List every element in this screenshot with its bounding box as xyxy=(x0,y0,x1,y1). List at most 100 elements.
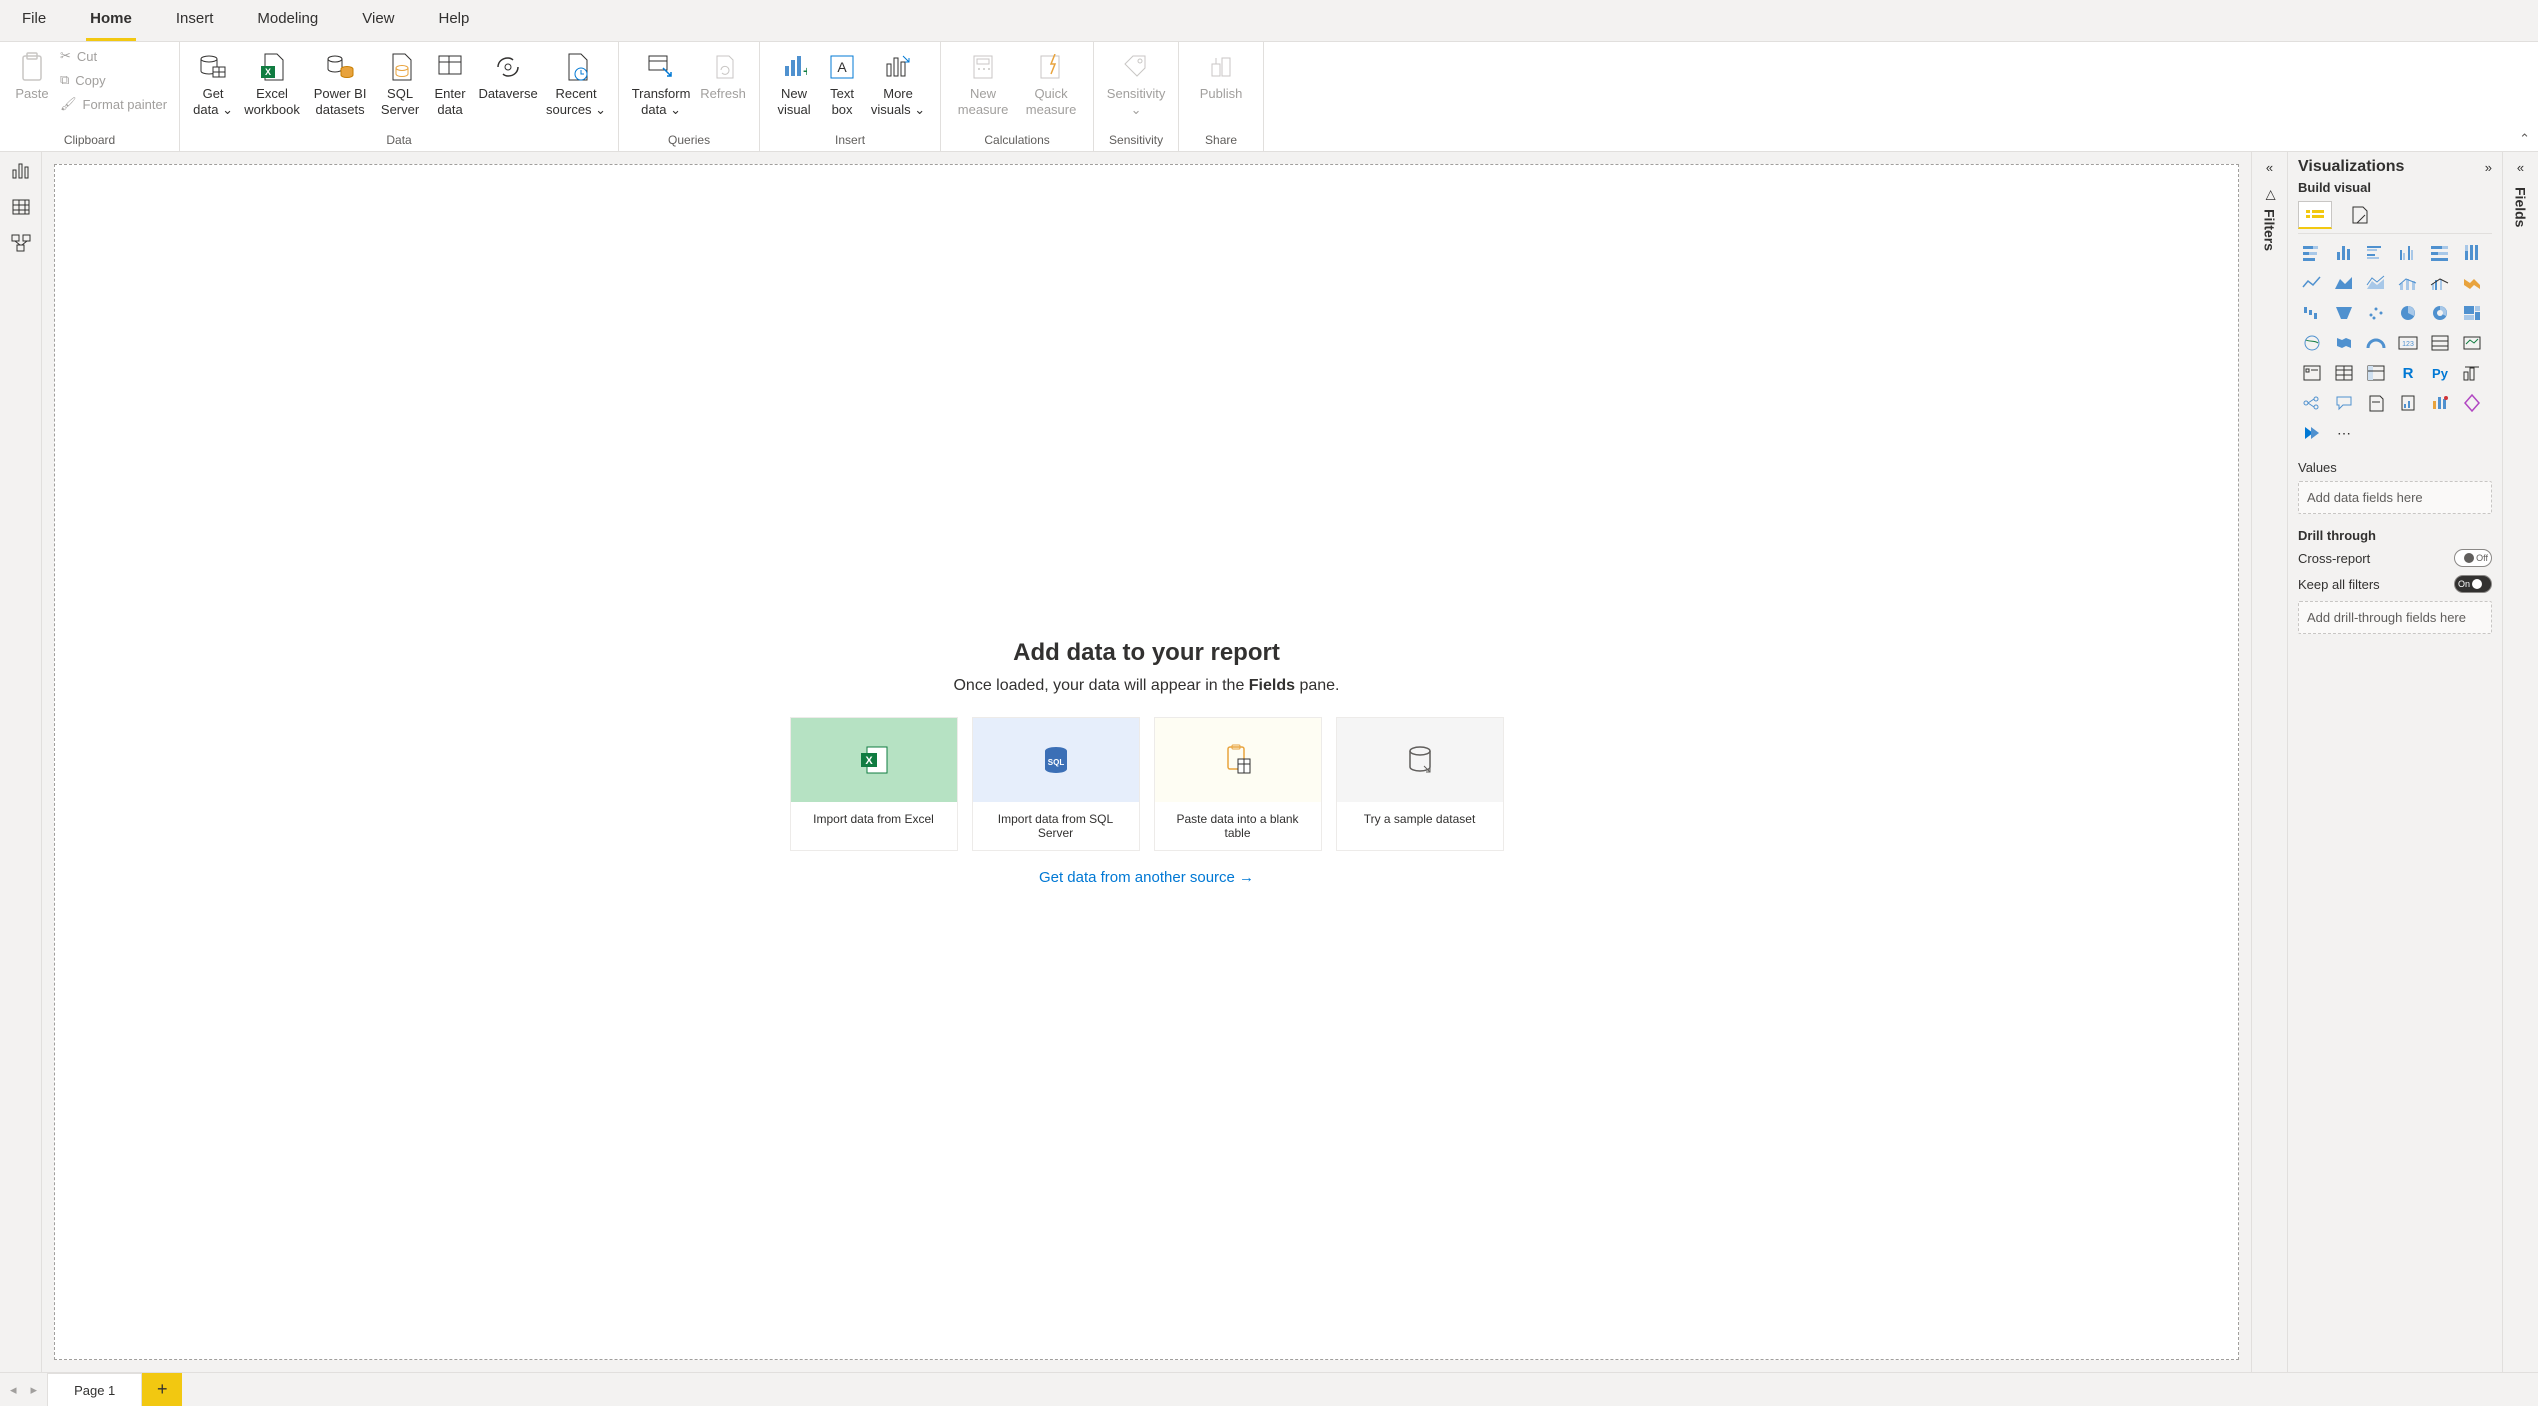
model-view-button[interactable] xyxy=(11,234,31,252)
line-clustered-icon[interactable] xyxy=(2426,270,2454,296)
card-import-sql[interactable]: SQL Import data from SQL Server xyxy=(972,717,1140,851)
fields-expand-button[interactable]: « xyxy=(2517,160,2524,175)
calculator-icon xyxy=(972,50,994,84)
sql-server-button[interactable]: SQL Server xyxy=(374,46,426,123)
gauge-icon[interactable] xyxy=(2362,330,2390,356)
donut-icon[interactable] xyxy=(2426,300,2454,326)
new-visual-button[interactable]: +New visual xyxy=(768,46,820,123)
format-visual-tab[interactable] xyxy=(2342,201,2376,229)
group-label-queries: Queries xyxy=(627,131,751,149)
more-visuals-icon[interactable]: ⋯ xyxy=(2330,420,2358,446)
brush-icon: 🖌 xyxy=(60,96,77,112)
build-visual-tab[interactable] xyxy=(2298,201,2332,229)
slicer-icon[interactable] xyxy=(2298,360,2326,386)
card-sample-dataset[interactable]: Try a sample dataset xyxy=(1336,717,1504,851)
cut-button[interactable]: ✂Cut xyxy=(56,46,171,66)
matrix-icon[interactable] xyxy=(2362,360,2390,386)
database-icon xyxy=(199,50,227,84)
stacked-column-icon[interactable] xyxy=(2330,240,2358,266)
multi-card-icon[interactable] xyxy=(2426,330,2454,356)
refresh-button[interactable]: Refresh xyxy=(695,46,751,106)
enter-data-button[interactable]: Enter data xyxy=(426,46,474,123)
svg-text:SQL: SQL xyxy=(1047,758,1064,767)
stacked-column-100-icon[interactable] xyxy=(2458,240,2486,266)
tab-modeling[interactable]: Modeling xyxy=(235,0,340,41)
card-paste-data[interactable]: Paste data into a blank table xyxy=(1154,717,1322,851)
card-import-excel[interactable]: X Import data from Excel xyxy=(790,717,958,851)
text-box-button[interactable]: AText box xyxy=(820,46,864,123)
clustered-column-icon[interactable] xyxy=(2394,240,2422,266)
textbox-icon: A xyxy=(829,50,855,84)
stacked-area-icon[interactable] xyxy=(2362,270,2390,296)
scissors-icon: ✂ xyxy=(60,48,71,64)
recent-sources-button[interactable]: Recent sources ⌄ xyxy=(542,46,610,123)
tab-home[interactable]: Home xyxy=(68,0,154,41)
powerapps-icon[interactable] xyxy=(2458,390,2486,416)
paginated-icon[interactable] xyxy=(2394,390,2422,416)
empty-title: Add data to your report xyxy=(790,639,1504,667)
data-view-button[interactable] xyxy=(11,198,31,216)
pie-icon[interactable] xyxy=(2394,300,2422,326)
line-chart-icon[interactable] xyxy=(2298,270,2326,296)
area-chart-icon[interactable] xyxy=(2330,270,2358,296)
tab-help[interactable]: Help xyxy=(417,0,492,41)
treemap-icon[interactable] xyxy=(2458,300,2486,326)
publish-button[interactable]: Publish xyxy=(1187,46,1255,106)
narrative-icon[interactable] xyxy=(2362,390,2390,416)
funnel-icon[interactable] xyxy=(2330,300,2358,326)
qa-visual-icon[interactable] xyxy=(2330,390,2358,416)
table-plus-icon xyxy=(437,50,463,84)
line-column-icon[interactable] xyxy=(2394,270,2422,296)
format-painter-button[interactable]: 🖌Format painter xyxy=(56,94,171,114)
ribbon-chart-icon[interactable] xyxy=(2458,270,2486,296)
report-canvas[interactable]: Add data to your report Once loaded, you… xyxy=(54,164,2239,1360)
goals-icon[interactable] xyxy=(2426,390,2454,416)
viz-pane-title: Visualizations xyxy=(2298,158,2404,176)
ribbon-collapse-button[interactable]: ⌃ xyxy=(2519,131,2530,147)
stacked-bar-icon[interactable] xyxy=(2298,240,2326,266)
waterfall-icon[interactable] xyxy=(2298,300,2326,326)
card-icon[interactable]: 123 xyxy=(2394,330,2422,356)
quick-measure-button[interactable]: Quick measure xyxy=(1017,46,1085,123)
transform-data-button[interactable]: Transform data ⌄ xyxy=(627,46,695,123)
get-data-button[interactable]: Get data ⌄ xyxy=(188,46,238,123)
map-icon[interactable] xyxy=(2298,330,2326,356)
viz-collapse-button[interactable]: » xyxy=(2485,160,2492,175)
key-influencers-icon[interactable] xyxy=(2458,360,2486,386)
report-view-button[interactable] xyxy=(11,162,31,180)
excel-workbook-button[interactable]: XExcel workbook xyxy=(238,46,306,123)
page-next-button[interactable]: ▸ xyxy=(31,1382,38,1398)
keep-filters-toggle[interactable]: On xyxy=(2454,575,2492,593)
excel-file-icon: X xyxy=(791,718,957,802)
copy-button[interactable]: ⧉Copy xyxy=(56,70,171,90)
tab-file[interactable]: File xyxy=(0,0,68,41)
tab-insert[interactable]: Insert xyxy=(154,0,236,41)
decomp-tree-icon[interactable] xyxy=(2298,390,2326,416)
add-page-button[interactable]: + xyxy=(142,1373,182,1406)
page-prev-button[interactable]: ◂ xyxy=(10,1382,17,1398)
cross-report-toggle[interactable]: Off xyxy=(2454,549,2492,567)
get-data-link[interactable]: Get data from another source → xyxy=(790,869,1504,886)
filled-map-icon[interactable] xyxy=(2330,330,2358,356)
scatter-icon[interactable] xyxy=(2362,300,2390,326)
page-tab-1[interactable]: Page 1 xyxy=(47,1373,142,1406)
paste-button[interactable]: Paste xyxy=(8,46,56,106)
svg-text:+: + xyxy=(803,63,807,79)
powerautomate-icon[interactable] xyxy=(2298,420,2326,446)
python-visual-icon[interactable]: Py xyxy=(2426,360,2454,386)
drill-drop-zone[interactable]: Add drill-through fields here xyxy=(2298,601,2492,634)
stacked-bar-100-icon[interactable] xyxy=(2426,240,2454,266)
r-visual-icon[interactable]: R xyxy=(2394,360,2422,386)
powerbi-datasets-button[interactable]: Power BI datasets xyxy=(306,46,374,123)
clipboard-icon xyxy=(19,50,45,84)
tab-view[interactable]: View xyxy=(340,0,416,41)
clustered-bar-icon[interactable] xyxy=(2362,240,2390,266)
more-visuals-button[interactable]: More visuals ⌄ xyxy=(864,46,932,123)
table-icon[interactable] xyxy=(2330,360,2358,386)
values-drop-zone[interactable]: Add data fields here xyxy=(2298,481,2492,514)
kpi-icon[interactable] xyxy=(2458,330,2486,356)
filters-expand-button[interactable]: « xyxy=(2266,160,2273,175)
dataverse-button[interactable]: Dataverse xyxy=(474,46,542,106)
new-measure-button[interactable]: New measure xyxy=(949,46,1017,123)
sensitivity-button[interactable]: Sensitivity⌄ xyxy=(1102,46,1170,123)
